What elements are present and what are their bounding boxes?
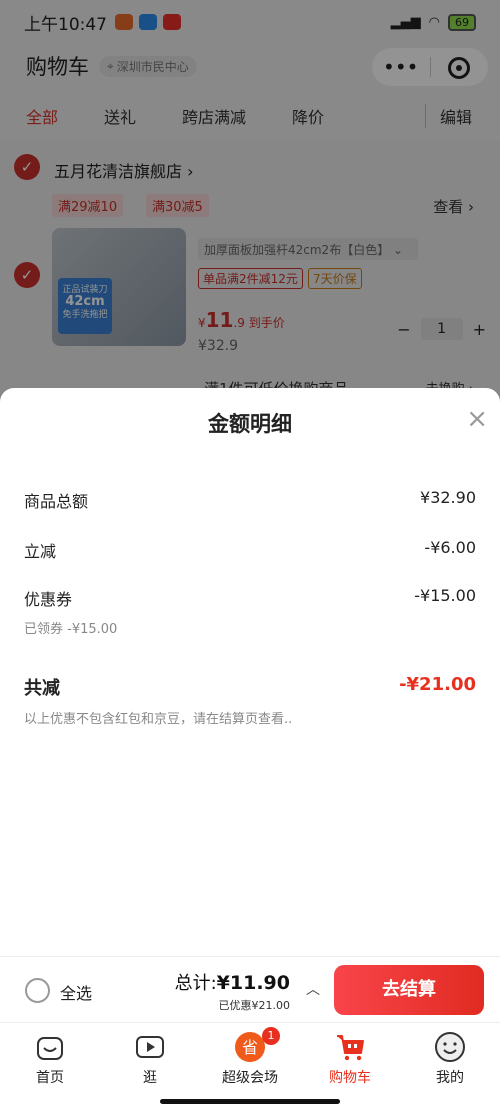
row-value-coupon: -¥15.00 xyxy=(414,586,476,605)
coupon-note: 已领券 -¥15.00 xyxy=(24,622,118,637)
nav-label: 我的 xyxy=(436,1070,464,1086)
row-label-coupon: 优惠券 xyxy=(24,590,73,609)
nav-label: 购物车 xyxy=(329,1070,371,1086)
row-value-subtotal: ¥32.90 xyxy=(420,488,476,507)
total-amount: ¥11.90 xyxy=(216,972,290,994)
home-indicator[interactable] xyxy=(160,1099,340,1104)
modal-overlay[interactable] xyxy=(0,0,500,400)
nav-label: 超级会场 xyxy=(222,1070,278,1086)
checkout-bar: 全选 总计:¥11.90 已优惠¥21.00 ︿ 去结算 xyxy=(0,956,500,1022)
home-icon xyxy=(34,1031,66,1063)
cart-icon xyxy=(334,1031,366,1063)
nav-item-home[interactable]: 首页 xyxy=(0,1023,100,1092)
nav-badge: 1 xyxy=(262,1027,280,1045)
nav-item-profile[interactable]: 我的 xyxy=(400,1023,500,1092)
profile-icon xyxy=(434,1031,466,1063)
total-prefix: 总计: xyxy=(174,973,217,994)
saved-amount: 已优惠¥21.00 xyxy=(218,999,291,1012)
svg-text:省: 省 xyxy=(242,1038,258,1057)
total-price: 总计:¥11.90 xyxy=(175,969,290,995)
checkout-button[interactable]: 去结算 xyxy=(334,965,484,1015)
nav-label: 逛 xyxy=(143,1070,157,1086)
row-label-discount: 立减 xyxy=(24,542,57,561)
total-discount-value: -¥21.00 xyxy=(399,674,476,695)
total-discount-label: 共减 xyxy=(24,678,60,699)
amount-detail-sheet: 金额明细 × 商品总额 ¥32.90 立减 -¥6.00 优惠券 -¥15.00… xyxy=(0,388,500,956)
sheet-title: 金额明细 xyxy=(208,412,292,436)
row-label-subtotal: 商品总额 xyxy=(24,492,89,511)
nav-item-cart[interactable]: 购物车 xyxy=(300,1023,400,1092)
row-value-discount: -¥6.00 xyxy=(424,538,476,557)
nav-item-browse[interactable]: 逛 xyxy=(100,1023,200,1092)
select-all-label[interactable]: 全选 xyxy=(60,980,92,1004)
nav-label: 首页 xyxy=(36,1070,64,1086)
disclaimer-text: 以上优惠不包含红包和京豆，请在结算页查看.. xyxy=(24,712,293,727)
play-icon xyxy=(134,1031,166,1063)
chevron-up-icon[interactable]: ︿ xyxy=(306,979,320,999)
bottom-nav: 首页 逛 省 1 超级会场 购物车 我的 xyxy=(0,1022,500,1092)
select-all-radio[interactable] xyxy=(25,978,50,1003)
nav-item-super-venue[interactable]: 省 1 超级会场 xyxy=(200,1023,300,1092)
close-icon[interactable]: × xyxy=(466,406,488,432)
